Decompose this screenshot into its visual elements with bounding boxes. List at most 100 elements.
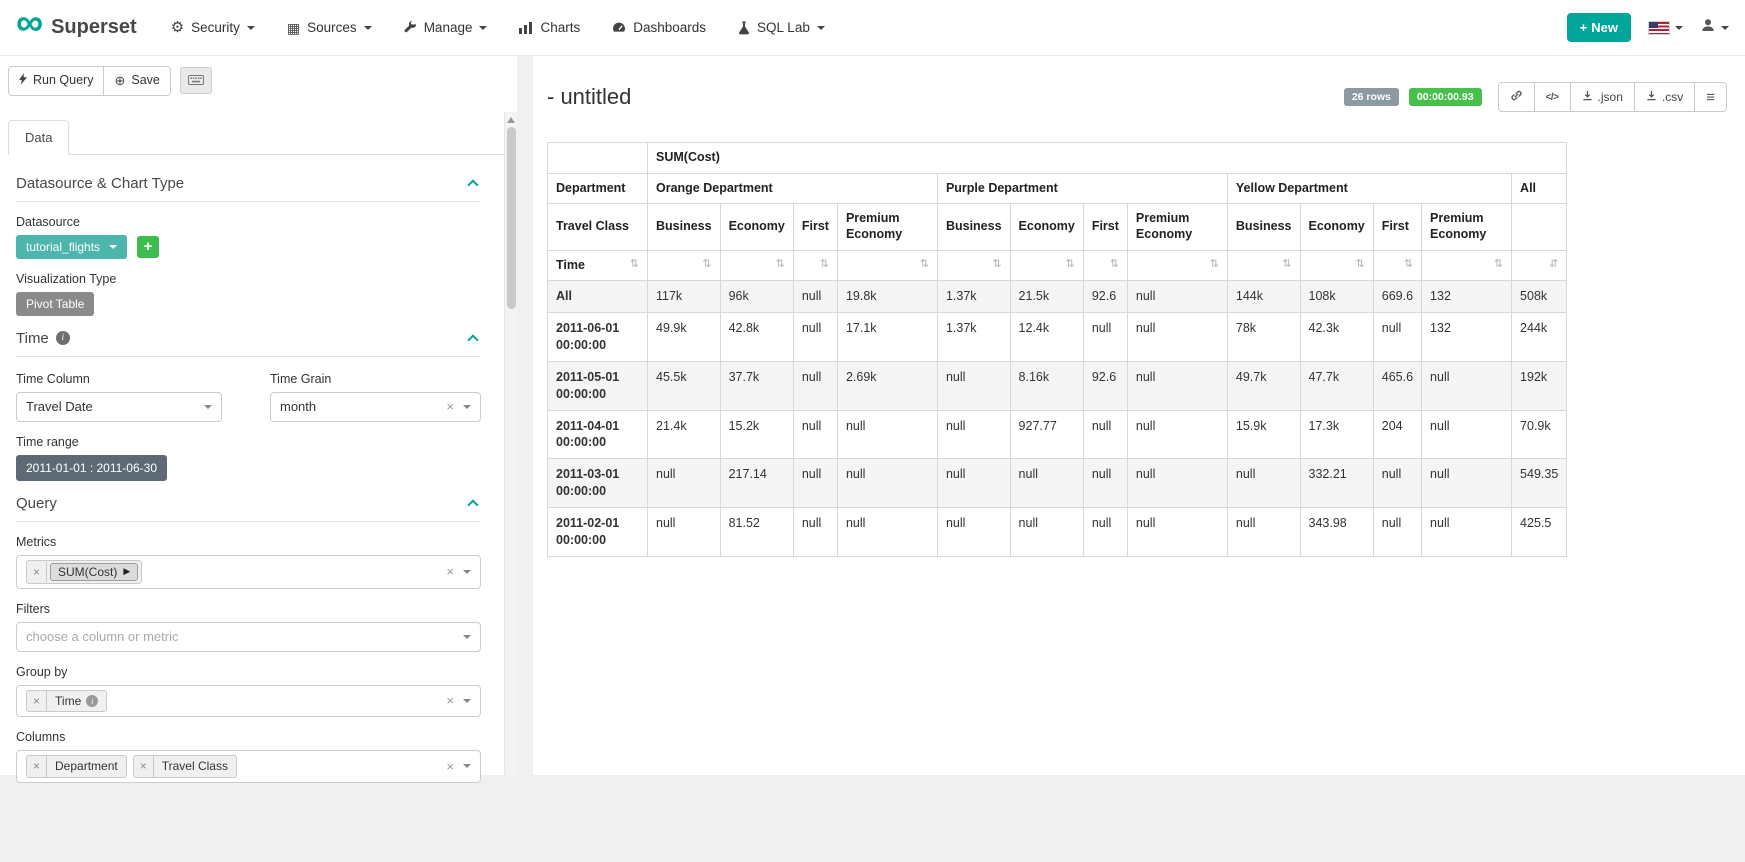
sort-header[interactable]: ⇅ <box>1227 250 1300 281</box>
groupby-tag[interactable]: × Time i <box>26 690 107 712</box>
remove-tag-icon[interactable]: × <box>27 562 47 582</box>
metric-pill[interactable]: SUM(Cost) ▶ <box>50 563 138 581</box>
nav-item-dashboards[interactable]: Dashboards <box>612 20 706 35</box>
chevron-down-icon <box>817 26 825 30</box>
save-button[interactable]: ⊕ Save <box>104 66 170 96</box>
nav-item-manage[interactable]: Manage <box>404 20 488 35</box>
sub-column-header: Business <box>1227 204 1300 250</box>
divider <box>16 356 481 357</box>
pivot-value-cell: null <box>1127 281 1227 313</box>
sort-header[interactable]: ⇅ <box>1300 250 1373 281</box>
datasource-select-button[interactable]: tutorial_flights <box>16 235 127 259</box>
sort-icon[interactable]: ⇅ <box>630 258 639 272</box>
column-value: Department <box>47 756 126 776</box>
metrics-select[interactable]: × SUM(Cost) ▶ × <box>16 555 481 589</box>
columns-select[interactable]: × Department × Travel Class × <box>16 750 481 782</box>
nav-menu: ⚙ Security ▦ Sources Manage Charts <box>171 20 1567 35</box>
viz-type-button[interactable]: Pivot Table <box>16 292 94 316</box>
export-csv-button[interactable]: .csv <box>1635 82 1695 112</box>
pivot-value-cell: 204 <box>1373 410 1421 459</box>
sort-header[interactable]: ⇅ <box>793 250 837 281</box>
new-button[interactable]: +New <box>1567 13 1631 42</box>
sort-icon[interactable]: ⇅ <box>992 258 1001 272</box>
filters-select[interactable]: choose a column or metric <box>16 622 481 652</box>
groupby-select[interactable]: × Time i × <box>16 685 481 717</box>
sort-icon[interactable]: ⇅ <box>1404 258 1413 272</box>
metric-tag[interactable]: × SUM(Cost) ▶ <box>26 560 142 584</box>
sort-icon[interactable]: ⇅ <box>820 258 829 272</box>
sort-header[interactable]: ⇵ <box>1512 250 1567 281</box>
sort-icon[interactable]: ⇅ <box>776 258 785 272</box>
chart-area: - untitled 26 rows 00:00:00.93 </> <box>533 56 1745 775</box>
sort-icon[interactable]: ⇅ <box>1110 258 1119 272</box>
pivot-value-cell: 19.8k <box>837 281 937 313</box>
sort-icon[interactable]: ⇵ <box>1549 258 1558 272</box>
sort-header[interactable]: ⇅ <box>1422 250 1512 281</box>
pivot-value-cell: 42.3k <box>1300 313 1373 362</box>
time-range-button[interactable]: 2011-01-01 : 2011-06-30 <box>16 455 167 481</box>
clear-icon[interactable]: × <box>446 565 454 578</box>
user-menu[interactable] <box>1701 18 1729 37</box>
time-sort-header[interactable]: Time⇅ <box>548 250 648 281</box>
pivot-row: 2011-04-01 00:00:0021.4k15.2knullnullnul… <box>548 410 1567 459</box>
sort-header[interactable]: ⇅ <box>1010 250 1083 281</box>
nav-item-charts[interactable]: Charts <box>519 20 580 35</box>
tab-data[interactable]: Data <box>8 120 69 155</box>
time-grain-select[interactable]: month × <box>270 392 481 422</box>
pivot-value-cell: null <box>648 459 721 508</box>
superset-brand[interactable]: ∞ Superset <box>16 16 137 39</box>
sort-header[interactable]: ⇅ <box>1127 250 1227 281</box>
sort-icon[interactable]: ⇅ <box>1210 258 1219 272</box>
time-column-select[interactable]: Travel Date <box>16 392 222 422</box>
language-selector[interactable] <box>1649 22 1683 34</box>
pivot-time-cell: 2011-03-01 00:00:00 <box>548 459 648 508</box>
scrollbar-up-arrow[interactable] <box>507 117 515 123</box>
column-tag[interactable]: × Travel Class <box>133 755 237 777</box>
short-link-button[interactable] <box>1498 82 1535 112</box>
keyboard-icon <box>188 73 204 88</box>
clear-icon[interactable]: × <box>446 400 454 413</box>
scrollbar-thumb[interactable] <box>507 127 516 309</box>
pivot-row: 2011-02-01 00:00:00null81.52nullnullnull… <box>548 508 1567 557</box>
chevron-down-icon <box>364 26 372 30</box>
code-icon: </> <box>1546 92 1559 103</box>
chart-menu-button[interactable]: ≡ <box>1695 82 1727 112</box>
sort-icon[interactable]: ⇅ <box>1356 258 1365 272</box>
sort-icon[interactable]: ⇅ <box>1282 258 1291 272</box>
section-query-header[interactable]: Query <box>16 495 481 512</box>
sort-icon[interactable]: ⇅ <box>1494 258 1503 272</box>
section-title: Datasource & Chart Type <box>16 175 184 192</box>
section-time: Time i Time Column Travel Date <box>16 330 481 481</box>
add-datasource-button[interactable]: + <box>137 236 159 258</box>
remove-tag-icon[interactable]: × <box>27 691 47 711</box>
sort-header[interactable]: ⇅ <box>1083 250 1127 281</box>
nav-item-sql-lab[interactable]: SQL Lab <box>738 20 825 35</box>
sort-header[interactable]: ⇅ <box>837 250 937 281</box>
remove-tag-icon[interactable]: × <box>134 756 154 776</box>
sort-header[interactable]: ⇅ <box>648 250 721 281</box>
pivot-value-cell: null <box>793 508 837 557</box>
sort-header[interactable]: ⇅ <box>720 250 793 281</box>
sort-icon[interactable]: ⇅ <box>702 258 711 272</box>
run-query-button[interactable]: Run Query <box>8 66 104 96</box>
sort-icon[interactable]: ⇅ <box>920 258 929 272</box>
panel-scrollbar[interactable] <box>504 112 517 775</box>
embed-code-button[interactable]: </> <box>1535 82 1571 112</box>
section-title: Query <box>16 495 57 512</box>
section-datasource-header[interactable]: Datasource & Chart Type <box>16 175 481 192</box>
nav-item-security[interactable]: ⚙ Security <box>171 20 255 35</box>
clear-icon[interactable]: × <box>446 694 454 707</box>
keyboard-shortcuts-button[interactable] <box>180 67 212 94</box>
section-time-header[interactable]: Time i <box>16 330 481 347</box>
remove-tag-icon[interactable]: × <box>27 756 47 776</box>
sort-header[interactable]: ⇅ <box>937 250 1010 281</box>
export-json-button[interactable]: .json <box>1571 82 1635 112</box>
nav-item-sources[interactable]: ▦ Sources <box>287 20 372 35</box>
sort-icon[interactable]: ⇅ <box>1066 258 1075 272</box>
sub-column-header: First <box>1083 204 1127 250</box>
new-button-label: New <box>1591 20 1618 35</box>
divider <box>16 201 481 202</box>
sort-header[interactable]: ⇅ <box>1373 250 1421 281</box>
clear-icon[interactable]: × <box>446 760 454 773</box>
column-tag[interactable]: × Department <box>26 755 127 777</box>
